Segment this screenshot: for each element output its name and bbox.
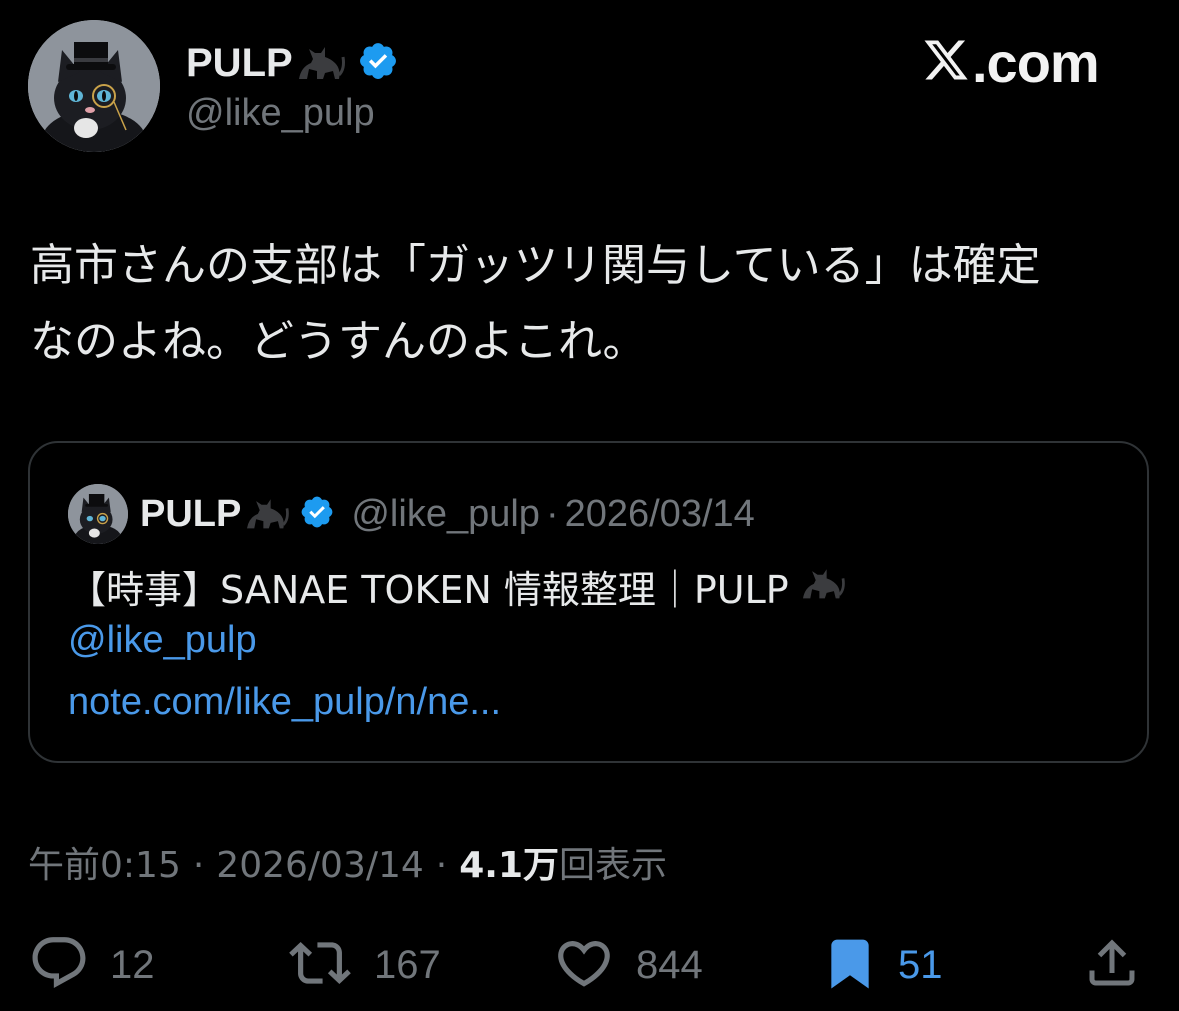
mention-link[interactable]: @like_pulp xyxy=(68,619,257,662)
separator-dot: · xyxy=(545,492,559,535)
separator-dot: · xyxy=(435,845,448,886)
bookmark-filled-icon xyxy=(822,932,878,999)
tweet-date[interactable]: 2026/03/14 xyxy=(216,845,424,886)
quoted-tweet-header: PULP @like_pulp · 2026/03/14 xyxy=(68,483,755,545)
views-count: 4.1万 xyxy=(459,845,560,886)
quoted-author-handle: @like_pulp xyxy=(351,492,540,535)
author-display-name[interactable]: PULP xyxy=(186,41,293,86)
verified-badge-icon xyxy=(299,494,335,535)
reply-count: 12 xyxy=(110,942,155,987)
author-name-row[interactable]: PULP xyxy=(186,38,399,88)
x-brand-logo: .com xyxy=(922,30,1100,94)
heart-icon xyxy=(552,932,616,999)
tweet-time[interactable]: 午前0:15 xyxy=(28,836,181,888)
author-handle[interactable]: @like_pulp xyxy=(186,92,375,135)
quoted-tweet-title-row: 【時事】SANAE TOKEN 情報整理｜PULP xyxy=(68,559,847,614)
x-logo-icon xyxy=(922,36,970,89)
repost-count: 167 xyxy=(374,942,441,987)
repost-button[interactable]: 167 xyxy=(286,930,441,1000)
bookmark-button[interactable]: 51 xyxy=(822,930,943,1000)
note-article-link[interactable]: note.com/like_pulp/n/ne... xyxy=(68,681,501,724)
verified-badge-icon xyxy=(357,40,399,87)
like-button[interactable]: 844 xyxy=(552,930,703,1000)
share-button[interactable] xyxy=(1082,930,1142,1000)
repost-icon xyxy=(286,932,354,999)
quoted-author-avatar xyxy=(68,484,128,544)
reply-icon xyxy=(28,932,90,999)
author-avatar[interactable] xyxy=(28,20,160,152)
share-icon xyxy=(1082,932,1142,999)
action-bar: 12 167 844 51 xyxy=(0,930,1179,1000)
quoted-tweet-title: 【時事】SANAE TOKEN 情報整理｜PULP xyxy=(68,568,789,612)
x-brand-text: .com xyxy=(972,30,1100,94)
cat-icon xyxy=(295,39,347,88)
separator-dot: · xyxy=(192,845,205,886)
quoted-tweet-card[interactable]: PULP @like_pulp · 2026/03/14 【時事】SANAE T… xyxy=(28,441,1149,763)
bookmark-count: 51 xyxy=(898,942,943,987)
cat-icon xyxy=(243,492,291,537)
views-label: 回表示 xyxy=(559,845,668,886)
like-count: 844 xyxy=(636,942,703,987)
quoted-author-name: PULP xyxy=(140,492,242,535)
tweet-meta: 午前0:15 · 2026/03/14 · 4.1万 回表示 xyxy=(28,836,667,888)
cat-icon xyxy=(799,562,847,611)
quoted-tweet-date: 2026/03/14 xyxy=(564,492,755,535)
tweet-text: 高市さんの支部は「ガッツリ関与している」は確定 なのよね。どうすんのよこれ。 xyxy=(30,240,1041,367)
reply-button[interactable]: 12 xyxy=(28,930,155,1000)
